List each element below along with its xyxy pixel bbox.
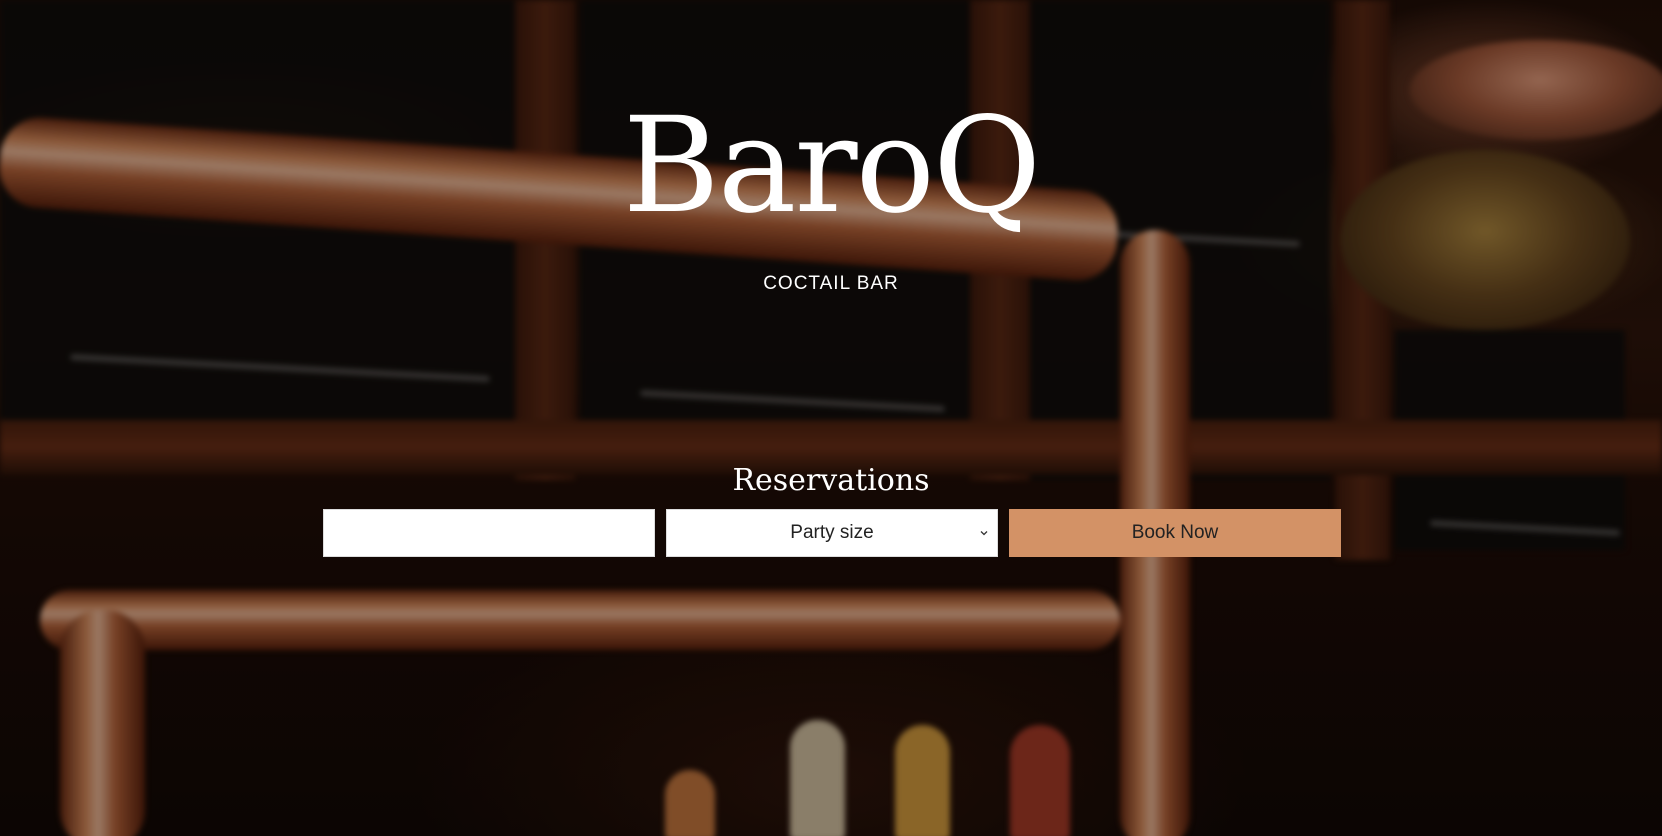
brand-tagline: COCTAIL BAR — [763, 273, 899, 294]
date-input[interactable] — [323, 509, 655, 557]
hero-section: BaroQ COCTAIL BAR Reservations Party siz… — [0, 0, 1662, 836]
book-now-button[interactable]: Book Now — [1009, 509, 1341, 557]
party-size-selected-value: Party size — [790, 522, 874, 543]
chevron-down-icon — [980, 531, 988, 536]
party-size-select[interactable]: Party size — [666, 509, 998, 557]
reservation-form: Party size Book Now — [323, 509, 1341, 557]
brand-logo: BaroQ — [622, 89, 1042, 243]
reservations-title: Reservations — [732, 463, 930, 498]
